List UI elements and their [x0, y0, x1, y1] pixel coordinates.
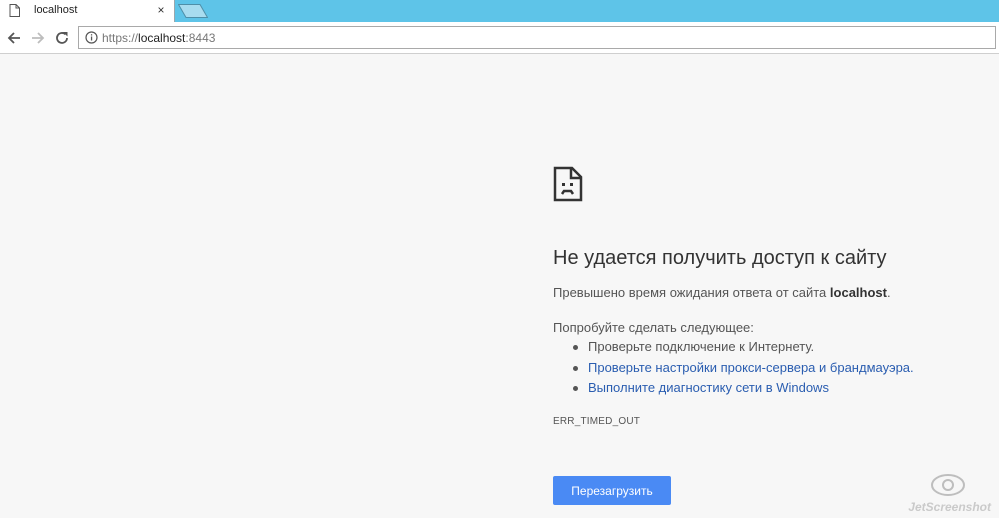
suggestion-network-diagnostics-link[interactable]: Выполните диагностику сети в Windows [553, 380, 914, 401]
desc-host: localhost [829, 285, 887, 300]
page-icon [9, 4, 20, 17]
url-host: localhost [138, 31, 186, 45]
browser-toolbar: https://localhost:8443 [0, 22, 999, 54]
try-label: Попробуйте сделать следующее: [553, 320, 754, 335]
tab-strip: localhost × [0, 0, 999, 22]
error-code: ERR_TIMED_OUT [553, 416, 641, 427]
back-arrow-icon[interactable] [6, 30, 22, 46]
watermark: JetScreenshot [900, 471, 995, 516]
new-tab-button[interactable] [178, 4, 208, 18]
sad-page-icon [553, 166, 583, 202]
suggestion-proxy-firewall-link[interactable]: Проверьте настройки прокси-сервера и бра… [553, 360, 914, 381]
tab-localhost[interactable]: localhost × [0, 0, 175, 22]
watermark-text: JetScreenshot [908, 500, 991, 514]
desc-prefix: Превышено время ожидания ответа от сайта [553, 285, 830, 300]
url-port: :8443 [185, 31, 216, 45]
desc-suffix: . [886, 285, 891, 300]
reload-button[interactable]: Перезагрузить [553, 476, 671, 505]
error-description: Превышено время ожидания ответа от сайта… [553, 285, 891, 301]
reload-icon[interactable] [54, 30, 70, 46]
suggestion-check-connection: Проверьте подключение к Интернету. [553, 339, 914, 360]
watermark-logo-icon [931, 474, 965, 496]
tab-close-icon[interactable]: × [154, 3, 168, 17]
error-heading: Не удается получить доступ к сайту [553, 247, 887, 269]
url-text[interactable]: https://localhost:8443 [102, 31, 215, 45]
tab-title: localhost [34, 4, 78, 16]
forward-arrow-icon[interactable] [30, 30, 46, 46]
url-scheme: https:// [102, 31, 139, 45]
address-bar[interactable]: https://localhost:8443 [78, 26, 996, 49]
info-icon[interactable] [85, 31, 98, 44]
suggestions-list: Проверьте подключение к Интернету. Прове… [553, 339, 914, 401]
